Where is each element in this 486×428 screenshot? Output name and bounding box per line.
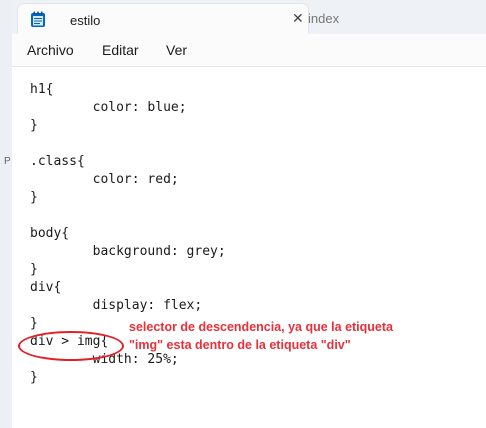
code-line: color: red; [30, 172, 179, 187]
code-line: } [30, 262, 38, 277]
code-line: display: flex; [30, 298, 203, 313]
tab-title: index [308, 11, 340, 26]
annotation-note: selector de descendencia, ya que la etiq… [129, 318, 459, 354]
menu-bar: Archivo Editar Ver [12, 34, 486, 67]
code-line: h1{ [30, 82, 54, 97]
text-editor[interactable]: h1{ color: blue;} .class{ color: red;} bod… [12, 67, 486, 428]
title-bar: estilo ✕ index [12, 0, 486, 34]
tab-index[interactable]: index [308, 4, 428, 34]
code-line: background: grey; [30, 244, 226, 259]
background-window-strip: P [0, 0, 12, 428]
highlight-ellipse [18, 331, 124, 361]
notepad-window: estilo ✕ index Archivo Editar Ver h1{ co… [12, 0, 486, 428]
notepad-icon [31, 11, 45, 27]
code-line: .class{ [30, 154, 85, 169]
background-window-text: P [4, 156, 11, 167]
menu-archivo[interactable]: Archivo [27, 42, 74, 58]
code-line: body{ [30, 226, 70, 241]
tab-estilo[interactable]: estilo ✕ [18, 4, 308, 34]
code-line: } [30, 190, 38, 205]
code-line: } [30, 370, 38, 385]
close-icon[interactable]: ✕ [292, 10, 304, 27]
tab-title: estilo [70, 13, 101, 28]
annotation-line: "img" esta dentro de la etiqueta "div" [129, 338, 351, 352]
menu-editar[interactable]: Editar [102, 42, 139, 58]
menu-ver[interactable]: Ver [166, 42, 187, 58]
code-line: color: blue; [30, 100, 187, 115]
annotation-line: selector de descendencia, ya que la etiq… [129, 320, 393, 334]
code-line: } [30, 118, 38, 133]
code-line: div{ [30, 280, 62, 295]
